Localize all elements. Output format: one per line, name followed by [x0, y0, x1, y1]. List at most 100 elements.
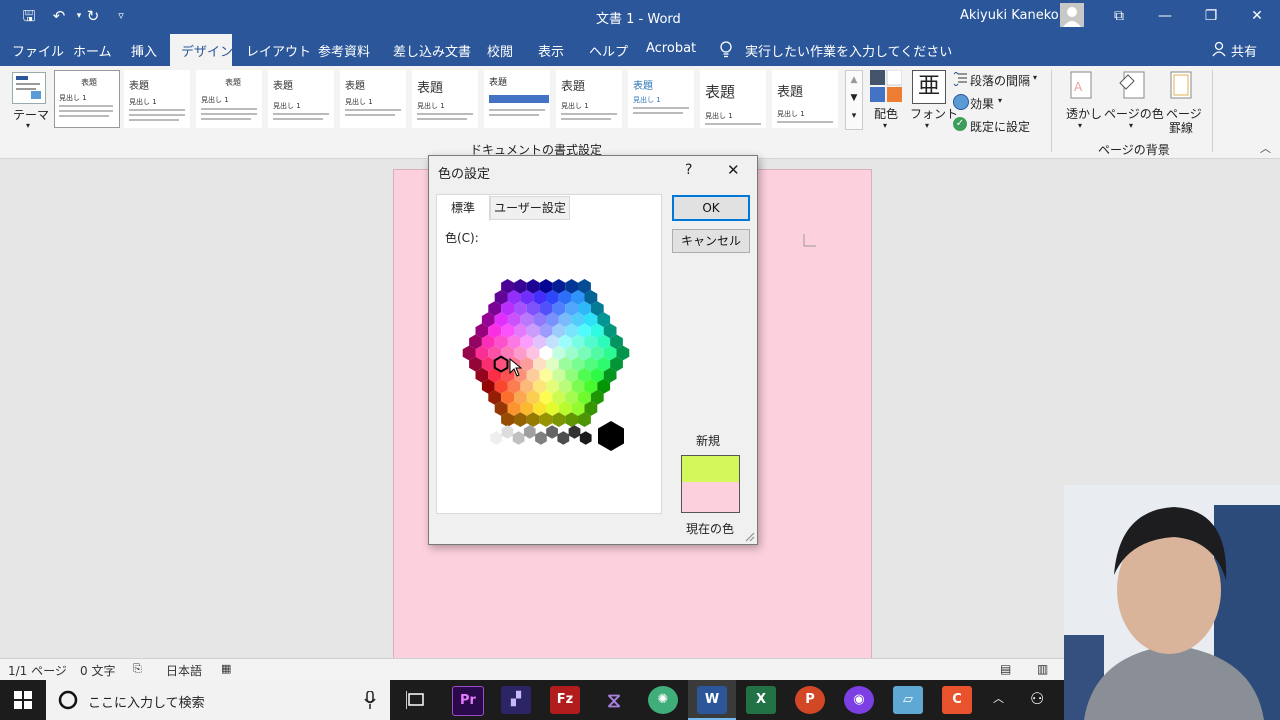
ribbon-display-options-button[interactable]: ⧉: [1096, 0, 1142, 32]
gallery-more-icon[interactable]: ▾: [846, 107, 862, 125]
media-encoder-icon[interactable]: ▞: [501, 686, 531, 714]
resize-grip-icon[interactable]: [745, 532, 755, 542]
tab-file[interactable]: ファイル: [12, 41, 64, 60]
network-app-icon[interactable]: ✺: [648, 686, 678, 714]
tab-review[interactable]: 校閲: [487, 41, 513, 60]
redo-icon[interactable]: ↻: [82, 6, 104, 26]
style-set-item[interactable]: 表題 見出し 1: [54, 70, 120, 128]
windows-start-icon[interactable]: [14, 691, 32, 709]
style-set-item[interactable]: 表題 見出し 1: [628, 70, 694, 128]
gray-swatch[interactable]: [512, 431, 525, 445]
colors-dropdown-icon[interactable]: ▾: [883, 121, 887, 130]
people-icon[interactable]: ⚇: [1030, 689, 1044, 708]
scroll-up-icon[interactable]: ▲: [846, 71, 862, 89]
gray-swatch[interactable]: [568, 425, 581, 439]
user-name[interactable]: Akiyuki Kaneko: [960, 8, 1059, 23]
gray-swatch[interactable]: [557, 431, 570, 445]
camtasia-icon[interactable]: C: [942, 686, 972, 714]
theme-icon[interactable]: [12, 72, 46, 104]
macro-icon[interactable]: ▦: [221, 662, 231, 675]
style-set-item[interactable]: 表題 見出し 1: [124, 70, 190, 128]
tab-insert[interactable]: 挿入: [131, 41, 157, 60]
chevron-up-icon[interactable]: ︿: [993, 690, 1004, 706]
gray-swatch[interactable]: [546, 425, 558, 439]
style-set-item[interactable]: 表題 見出し 1: [700, 70, 766, 128]
tab-help[interactable]: ヘルプ: [589, 41, 628, 60]
page-borders-label-2[interactable]: 罫線: [1169, 119, 1193, 136]
style-set-item[interactable]: 表題 見出し 1: [772, 70, 838, 128]
fonts-label[interactable]: フォント: [910, 105, 958, 122]
tab-acrobat[interactable]: Acrobat: [646, 41, 696, 56]
style-set-item[interactable]: 表題 見出し 1: [340, 70, 406, 128]
page-color-dropdown-icon[interactable]: ▾: [1129, 121, 1133, 130]
taskbar-search-box[interactable]: ここに入力して検索: [46, 680, 390, 720]
effects-button[interactable]: 効果: [970, 95, 994, 112]
tab-home[interactable]: ホーム: [73, 41, 112, 60]
black-swatch[interactable]: [598, 421, 624, 451]
print-layout-icon[interactable]: ▥: [1037, 662, 1048, 676]
ok-button[interactable]: OK: [672, 195, 750, 221]
style-set-item[interactable]: 表題 見出し 1: [556, 70, 622, 128]
share-button[interactable]: 共有: [1231, 41, 1257, 60]
microphone-icon[interactable]: [364, 691, 376, 709]
style-set-item[interactable]: 表題 見出し 1: [196, 70, 262, 128]
gallery-scroll[interactable]: ▲ ▼ ▾: [845, 70, 863, 130]
undo-icon[interactable]: ↶: [48, 6, 70, 26]
visual-studio-icon[interactable]: ⧖: [599, 686, 629, 714]
cancel-button[interactable]: キャンセル: [672, 229, 750, 253]
word-count[interactable]: 0 文字: [80, 662, 115, 679]
tab-custom[interactable]: ユーザー設定: [490, 196, 570, 220]
watermark-dropdown-icon[interactable]: ▾: [1078, 121, 1082, 130]
font-icon[interactable]: 亜: [912, 70, 946, 104]
page-count[interactable]: 1/1 ページ: [8, 662, 67, 679]
gray-swatch[interactable]: [490, 431, 503, 445]
set-as-default-button[interactable]: 既定に設定: [970, 118, 1030, 135]
collapse-ribbon-icon[interactable]: ︿: [1260, 140, 1271, 156]
page-color-button[interactable]: ページの色: [1104, 105, 1164, 122]
gray-swatch[interactable]: [579, 431, 592, 445]
read-mode-icon[interactable]: ▤: [1000, 662, 1011, 676]
gray-swatch[interactable]: [523, 425, 536, 439]
watermark-button[interactable]: 透かし: [1066, 105, 1102, 122]
powerpoint-icon[interactable]: P: [795, 686, 825, 714]
tell-me-search[interactable]: 実行したい作業を入力してください: [745, 41, 952, 60]
notes-app-icon[interactable]: ▱: [893, 686, 923, 714]
excel-icon[interactable]: X: [746, 686, 776, 714]
theme-dropdown-icon[interactable]: ▾: [26, 121, 30, 130]
tab-references[interactable]: 参考資料: [318, 41, 370, 60]
scroll-down-icon[interactable]: ▼: [846, 89, 862, 107]
customize-quick-access-icon[interactable]: ▿: [110, 6, 132, 26]
theme-label[interactable]: テーマ: [13, 106, 49, 123]
tab-design[interactable]: デザイン: [181, 41, 233, 60]
tab-layout[interactable]: レイアウト: [246, 41, 311, 60]
maximize-button[interactable]: ❐: [1188, 0, 1234, 32]
effects-dropdown-icon[interactable]: ▾: [998, 96, 1002, 105]
tab-mailings[interactable]: 差し込み文書: [393, 41, 471, 60]
filezilla-icon[interactable]: Fz: [550, 686, 580, 714]
colors-label[interactable]: 配色: [874, 105, 898, 122]
color-palette-icon[interactable]: [870, 69, 903, 102]
style-set-item[interactable]: 表題 見出し 1: [412, 70, 478, 128]
task-view-icon[interactable]: [406, 691, 426, 709]
grayscale-swatches[interactable]: [477, 420, 637, 454]
paragraph-spacing-button[interactable]: 段落の間隔: [970, 72, 1030, 89]
page-color-icon[interactable]: [1118, 71, 1146, 99]
save-icon[interactable]: 🖫: [18, 6, 40, 26]
avatar[interactable]: [1060, 3, 1084, 27]
minimize-button[interactable]: —: [1142, 0, 1188, 32]
language-indicator[interactable]: 日本語: [166, 662, 202, 679]
help-button[interactable]: ?: [685, 162, 692, 178]
tab-standard[interactable]: 標準: [436, 194, 490, 221]
close-button[interactable]: ✕: [1234, 0, 1280, 32]
style-set-item[interactable]: 表題 見出し 1: [268, 70, 334, 128]
proofing-icon[interactable]: ⎘: [133, 662, 142, 676]
page-borders-icon[interactable]: [1170, 71, 1192, 99]
spacing-dropdown-icon[interactable]: ▾: [1033, 73, 1037, 82]
gray-swatch[interactable]: [501, 425, 514, 439]
gray-swatch[interactable]: [535, 431, 547, 445]
word-icon[interactable]: W: [697, 686, 727, 714]
gray-swatch[interactable]: [479, 425, 491, 439]
dialog-close-button[interactable]: ✕: [727, 161, 740, 179]
style-set-item[interactable]: 表題: [484, 70, 550, 128]
premiere-pro-icon[interactable]: Pr: [452, 686, 484, 716]
